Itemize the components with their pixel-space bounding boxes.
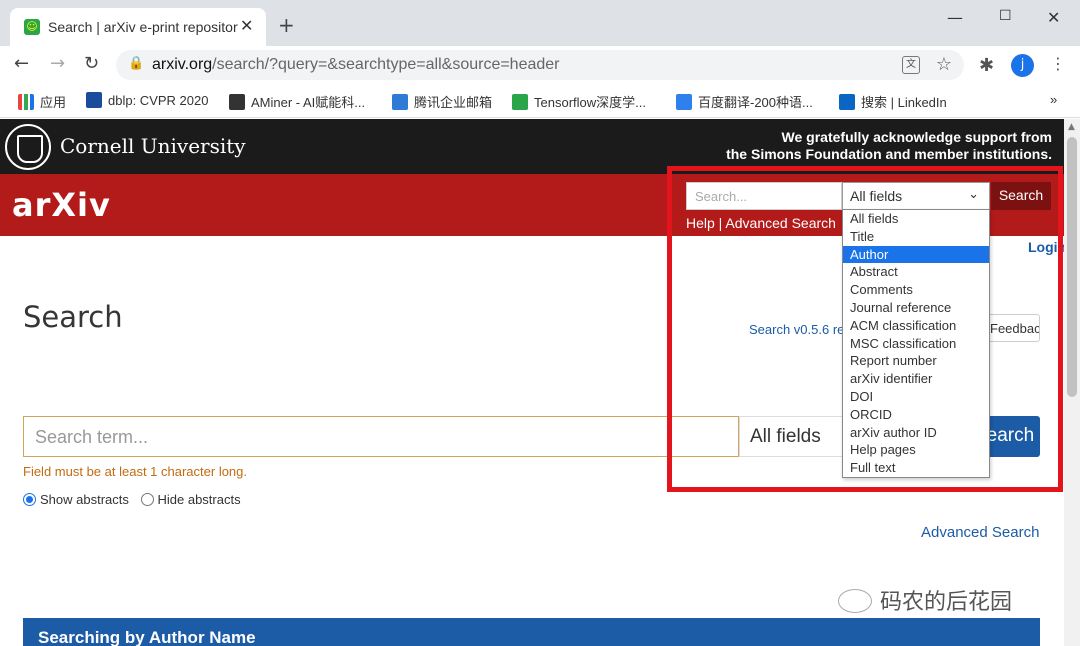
annotation-highlight-box bbox=[667, 166, 1063, 492]
profile-avatar[interactable]: j bbox=[1011, 54, 1034, 77]
baidu-translate-icon bbox=[676, 94, 692, 110]
page-title: Search bbox=[23, 300, 123, 334]
bookmark-tencent-mail[interactable]: 腾讯企业邮箱 bbox=[392, 92, 492, 111]
scroll-thumb[interactable] bbox=[1067, 137, 1077, 397]
bookmark-linkedin[interactable]: 搜索 | LinkedIn bbox=[839, 92, 947, 111]
tab-title: Search | arXiv e-print repository bbox=[48, 19, 238, 35]
browser-tab[interactable]: ☺ Search | arXiv e-print repository ✕ bbox=[10, 8, 266, 46]
reload-icon[interactable]: ↻ bbox=[84, 53, 99, 74]
abstracts-toggle: Show abstracts Hide abstracts bbox=[23, 492, 241, 507]
close-tab-icon[interactable]: ✕ bbox=[240, 16, 253, 35]
url-text[interactable]: arxiv.org/search/?query=&searchtype=all&… bbox=[152, 56, 560, 74]
linkedin-icon bbox=[839, 94, 855, 110]
bookmarks-bar: 应用 dblp: CVPR 2020 AMiner - AI赋能科... 腾讯企… bbox=[0, 84, 1080, 118]
browser-toolbar: ← → ↻ 🔒 arxiv.org/search/?query=&searcht… bbox=[0, 46, 1080, 84]
browser-tab-bar: ☺ Search | arXiv e-print repository ✕ + … bbox=[0, 0, 1080, 46]
wechat-icon bbox=[838, 589, 872, 613]
lock-icon: 🔒 bbox=[128, 56, 145, 71]
search-term-input[interactable]: Search term... bbox=[23, 416, 739, 457]
bookmarks-overflow-icon[interactable]: » bbox=[1050, 92, 1057, 107]
tensorflow-icon bbox=[512, 94, 528, 110]
bookmark-aminer[interactable]: AMiner - AI赋能科... bbox=[229, 92, 365, 111]
extensions-puzzle-icon[interactable]: ✱ bbox=[979, 55, 994, 76]
bookmark-apps[interactable]: 应用 bbox=[18, 92, 66, 111]
validation-error: Field must be at least 1 character long. bbox=[23, 464, 248, 479]
tencent-mail-icon bbox=[392, 94, 408, 110]
show-abstracts-radio[interactable]: Show abstracts bbox=[23, 492, 129, 507]
browser-menu-icon[interactable]: ⋮ bbox=[1050, 54, 1066, 73]
bookmark-dblp[interactable]: dblp: CVPR 2020 bbox=[86, 92, 208, 108]
minimize-icon[interactable]: — bbox=[947, 8, 963, 27]
dblp-icon bbox=[86, 92, 102, 108]
radio-checked-icon bbox=[23, 493, 36, 506]
cornell-name[interactable]: Cornell University bbox=[60, 134, 246, 158]
back-icon[interactable]: ← bbox=[14, 53, 29, 74]
author-box-title: Searching by Author Name bbox=[38, 628, 256, 646]
bookmark-tensorflow[interactable]: Tensorflow深度学... bbox=[512, 92, 646, 111]
arxiv-favicon-icon: ☺ bbox=[24, 19, 40, 35]
page-scrollbar[interactable]: ▲ bbox=[1064, 119, 1080, 646]
radio-unchecked-icon bbox=[140, 493, 154, 506]
address-bar[interactable]: 🔒 arxiv.org/search/?query=&searchtype=al… bbox=[116, 50, 964, 80]
bookmark-star-icon[interactable]: ☆ bbox=[936, 54, 952, 75]
translate-icon[interactable]: 文 bbox=[902, 56, 920, 74]
maximize-icon[interactable]: ☐ bbox=[999, 8, 1012, 24]
close-window-icon[interactable]: ✕ bbox=[1047, 8, 1060, 27]
new-tab-button[interactable]: + bbox=[278, 13, 295, 37]
advanced-search-link[interactable]: Advanced Search bbox=[921, 524, 1039, 541]
author-help-box: Searching by Author Name bbox=[23, 618, 1040, 646]
watermark: 码农的后花园 bbox=[838, 584, 1012, 616]
arxiv-logo[interactable]: arXiv bbox=[12, 186, 111, 224]
aminer-icon bbox=[229, 94, 245, 110]
apps-grid-icon bbox=[18, 94, 34, 110]
support-acknowledgement[interactable]: We gratefully acknowledge support from t… bbox=[726, 129, 1052, 163]
bookmark-baidu-translate[interactable]: 百度翻译-200种语... bbox=[676, 92, 813, 111]
forward-icon[interactable]: → bbox=[50, 53, 65, 74]
scroll-up-icon[interactable]: ▲ bbox=[1068, 122, 1075, 132]
cornell-seal-icon[interactable] bbox=[5, 124, 51, 170]
hide-abstracts-radio[interactable]: Hide abstracts bbox=[140, 492, 241, 507]
